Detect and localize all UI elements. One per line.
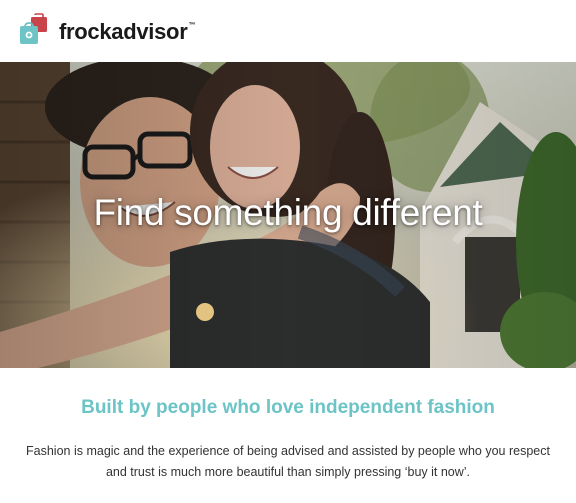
hero-banner: Find something different [0, 62, 576, 368]
brand-logo[interactable]: frockadvisor ™ [19, 13, 195, 47]
shopping-bags-icon [19, 13, 53, 47]
brand-name: frockadvisor [59, 19, 188, 44]
intro-heading: Built by people who love independent fas… [81, 397, 495, 418]
site-header: frockadvisor ™ [0, 0, 576, 62]
hero-headline: Find something different [93, 192, 483, 233]
trademark-symbol: ™ [188, 22, 196, 29]
intro-body: Fashion is magic and the experience of b… [26, 444, 550, 479]
